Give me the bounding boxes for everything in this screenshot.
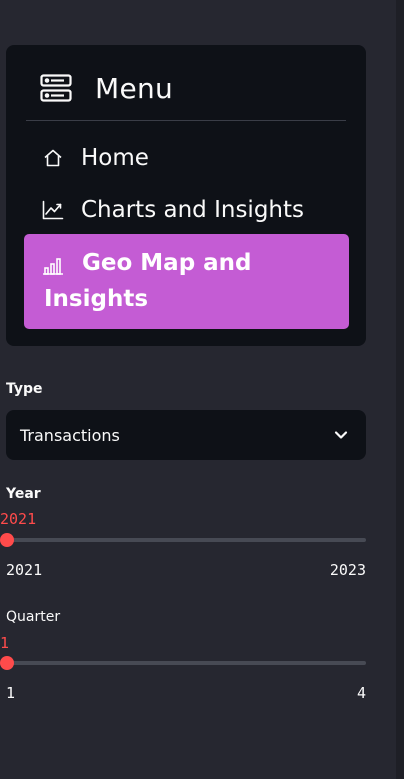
quarter-slider-thumb[interactable] [0, 656, 14, 670]
quarter-slider-min: 1 [6, 684, 16, 702]
main-area-edge [396, 0, 404, 779]
menu-divider [26, 120, 346, 121]
nav-item-charts-and-insights[interactable]: Charts and Insights [24, 195, 349, 225]
type-select[interactable]: Transactions [6, 410, 366, 460]
chevron-down-icon [334, 430, 348, 440]
nav-item-label: Geo Map and Insights [44, 250, 252, 312]
year-label: Year [6, 486, 41, 502]
menu-server-icon [40, 74, 72, 102]
quarter-slider-value: 1 [0, 634, 10, 652]
year-slider-max: 2023 [329, 561, 366, 579]
graph-up-icon [42, 199, 64, 221]
menu-title: Menu [95, 71, 174, 105]
year-slider-min: 2021 [6, 561, 43, 579]
nav-item-label: Home [81, 145, 149, 171]
quarter-label: Quarter [6, 609, 61, 625]
year-slider-value: 2021 [0, 510, 37, 528]
menu-header: Menu [40, 70, 173, 106]
type-select-value: Transactions [20, 425, 120, 445]
nav-item-geo-map-and-insights[interactable]: Geo Map and Insights [24, 234, 349, 329]
quarter-slider-max: 4 [356, 684, 366, 702]
nav-item-label: Charts and Insights [81, 197, 304, 223]
house-icon [42, 147, 64, 169]
type-label: Type [6, 381, 43, 397]
year-slider-thumb[interactable] [0, 533, 14, 547]
year-slider-track[interactable] [6, 538, 366, 542]
nav-item-home[interactable]: Home [24, 143, 349, 173]
quarter-slider-track[interactable] [6, 661, 366, 665]
